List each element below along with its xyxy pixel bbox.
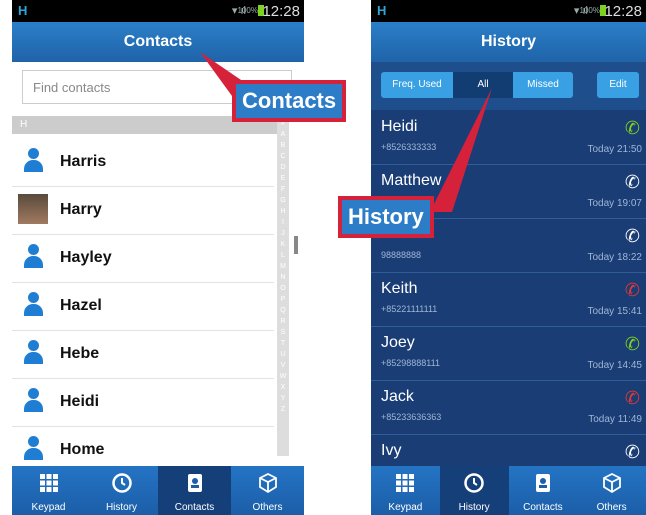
history-callout-pointer <box>430 88 492 212</box>
contacts-callout: Contacts <box>232 80 347 122</box>
history-callout: History <box>338 196 434 238</box>
callout-pointers <box>200 52 492 212</box>
